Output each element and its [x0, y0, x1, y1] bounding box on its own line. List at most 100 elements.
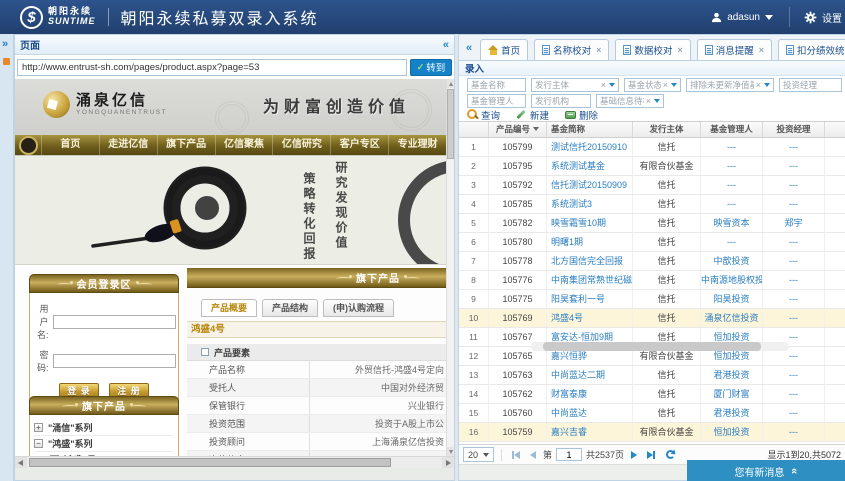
fund-link[interactable]: 鸿盛4号 [551, 313, 583, 323]
filter-investment-manager-input[interactable] [779, 78, 842, 92]
fund-link[interactable]: 中尚蓝达二期 [551, 370, 605, 380]
fund-link[interactable]: 阳昊套利一号 [551, 294, 605, 304]
delete-button[interactable]: 删除 [565, 108, 598, 122]
scroll-down-icon[interactable] [447, 447, 454, 456]
product-tab-2[interactable]: 产品结构 [262, 299, 318, 317]
checkbox-icon[interactable] [201, 348, 209, 356]
new-message-bar[interactable]: 您有新消息 « [687, 460, 845, 481]
refresh-grid-icon[interactable] [666, 450, 675, 459]
col-header-6[interactable]: 发行机构 [825, 122, 845, 137]
fund-link[interactable]: 财富泰康 [551, 389, 587, 399]
table-row[interactable]: 8105776中南集团常熟世纪磁城信托中南源地股权投资---紫金信托 [459, 271, 845, 290]
collapse-tabs-icon[interactable]: « [466, 42, 472, 54]
fund-link[interactable]: 富安达-恒加9期 [551, 332, 613, 342]
fund-link[interactable]: 嘉兴吉睿 [551, 427, 587, 437]
fund-link[interactable]: 系统测试3 [551, 199, 592, 209]
table-row[interactable]: 10105769鸿盛4号信托涌泉亿信投资---外贸信托 [459, 309, 845, 328]
table-row[interactable]: 2105795系统测试基金有限合伙基金------瑞翰 [459, 157, 845, 176]
table-row[interactable]: 14105762财富泰康信托厦门财富---厦门信托 [459, 385, 845, 404]
tab-message-remind[interactable]: 消息提醒× [697, 39, 772, 60]
table-row[interactable]: 6105780明曙1期信托------山东信托 [459, 233, 845, 252]
fund-link[interactable]: 系统测试基金 [551, 161, 605, 171]
site-nav-item-5[interactable]: 亿信研究 [272, 135, 330, 155]
tab-close-icon[interactable]: × [759, 45, 764, 55]
fund-link[interactable]: 嘉兴恒骅 [551, 351, 587, 361]
scroll-left-icon[interactable] [15, 457, 27, 468]
fund-link[interactable]: 明曙1期 [551, 237, 583, 247]
filter-exclude-stale-nav-combo[interactable]: 排除未更新净值基金× [686, 78, 774, 92]
tree-toggle-icon[interactable]: − [34, 439, 43, 448]
site-nav-item-4[interactable]: 亿信聚焦 [215, 135, 273, 155]
vertical-scroll-thumb[interactable] [447, 89, 454, 159]
fund-link[interactable]: 测试信托20150910 [551, 142, 627, 152]
query-button[interactable]: 查询 [467, 108, 500, 122]
filter-issuer-type-combo[interactable]: 发行主体× [531, 78, 619, 92]
table-row[interactable]: 1105799测试信托20150910信托--------- [459, 138, 845, 157]
grid-scroll-thumb[interactable] [543, 342, 761, 351]
go-button[interactable]: ✓ 转到 [410, 59, 452, 76]
scroll-right-icon[interactable] [442, 457, 454, 468]
combo-clear-icon[interactable]: × [644, 97, 653, 106]
fund-link[interactable]: 映雪霜雪10期 [551, 218, 606, 228]
horizontal-scroll-thumb[interactable] [29, 458, 391, 467]
filter-fund-name-input[interactable] [467, 78, 526, 92]
collapse-left-panel-icon[interactable]: « [443, 39, 449, 51]
table-row[interactable]: 7105778北方国信完全回报信托中歆投资---北方信托 [459, 252, 845, 271]
filter-issuing-agency-input[interactable] [531, 94, 591, 108]
tab-data-check[interactable]: 数据校对× [615, 39, 690, 60]
tab-name-check[interactable]: 名称校对× [534, 39, 609, 60]
tab-score-stats[interactable]: 扣分绩效统计× [778, 39, 845, 60]
site-nav-item-2[interactable]: 走进亿信 [99, 135, 157, 155]
combo-clear-icon[interactable]: × [599, 81, 608, 90]
settings-button[interactable]: 设置 [790, 10, 845, 25]
tab-home[interactable]: 首页 [480, 39, 528, 60]
col-header-4[interactable]: 基金管理人 [701, 122, 763, 137]
filter-fund-manager-input[interactable] [467, 94, 526, 108]
table-row[interactable]: 5105782映雪霜雪10期信托映雪资本郑宇山东信托 [459, 214, 845, 233]
site-nav-item-1[interactable]: 首页 [41, 135, 99, 155]
site-logo[interactable]: 涌泉亿信 YONGQUANENTRUST [43, 91, 167, 118]
col-header-5[interactable]: 投资经理 [763, 122, 825, 137]
combo-arrow-icon[interactable] [654, 99, 660, 103]
table-row[interactable]: 4105785系统测试3信托------中融 [459, 195, 845, 214]
filter-fund-status-combo[interactable]: 基金状态× [624, 78, 681, 92]
col-header-3[interactable]: 发行主体 [633, 122, 701, 137]
combo-arrow-icon[interactable] [609, 83, 615, 87]
password-field[interactable] [53, 354, 176, 368]
table-row[interactable]: 3105792信托测试20150909信托--------- [459, 176, 845, 195]
tree-item[interactable]: +"涌信"系列 [34, 420, 174, 436]
site-nav-item-7[interactable]: 专业理财 [388, 135, 446, 155]
combo-arrow-icon[interactable] [764, 83, 770, 87]
col-header-1[interactable]: 产品编号 [489, 122, 547, 137]
create-button[interactable]: 新建 [516, 108, 549, 122]
scroll-up-icon[interactable] [447, 79, 454, 88]
site-nav-item-3[interactable]: 旗下产品 [157, 135, 215, 155]
fund-link[interactable]: 北方国信完全回报 [551, 256, 623, 266]
webpage-vertical-scrollbar[interactable] [446, 79, 454, 456]
last-page-button[interactable] [647, 451, 655, 459]
col-header-2[interactable]: 基金简称 [547, 122, 633, 137]
table-row[interactable]: 13105763中尚蓝达二期信托君港投资---渤海信托 [459, 366, 845, 385]
tab-close-icon[interactable]: × [596, 45, 601, 55]
pin-icon[interactable] [3, 58, 10, 65]
tree-toggle-icon[interactable]: + [34, 423, 43, 432]
table-row[interactable]: 16105759嘉兴吉睿有限合伙基金恒加投资---恒加投资 [459, 423, 845, 442]
username-field[interactable] [53, 315, 176, 329]
grid-horizontal-scrollbar[interactable] [531, 342, 789, 351]
combo-arrow-icon[interactable] [671, 83, 677, 87]
url-input[interactable] [17, 59, 407, 76]
tab-close-icon[interactable]: × [677, 45, 682, 55]
prev-page-button[interactable] [530, 451, 536, 459]
next-page-button[interactable] [631, 451, 637, 459]
product-tab-3[interactable]: (申)认购流程 [323, 299, 394, 317]
product-tab-1[interactable]: 产品概要 [201, 299, 257, 317]
webpage-horizontal-scrollbar[interactable] [15, 456, 454, 468]
table-row[interactable]: 9105775阳昊套利一号信托阳昊投资---北方信托 [459, 290, 845, 309]
filter-basic-info-pending-combo[interactable]: 基础信息待补× [596, 94, 664, 108]
tree-item[interactable]: −"鸿盛"系列 [34, 436, 174, 452]
page-size-select[interactable]: 20 [463, 447, 494, 462]
first-page-button[interactable] [512, 451, 520, 459]
combo-clear-icon[interactable]: × [754, 81, 763, 90]
fund-link[interactable]: 中尚蓝达 [551, 408, 587, 418]
page-number-input[interactable] [556, 448, 582, 461]
